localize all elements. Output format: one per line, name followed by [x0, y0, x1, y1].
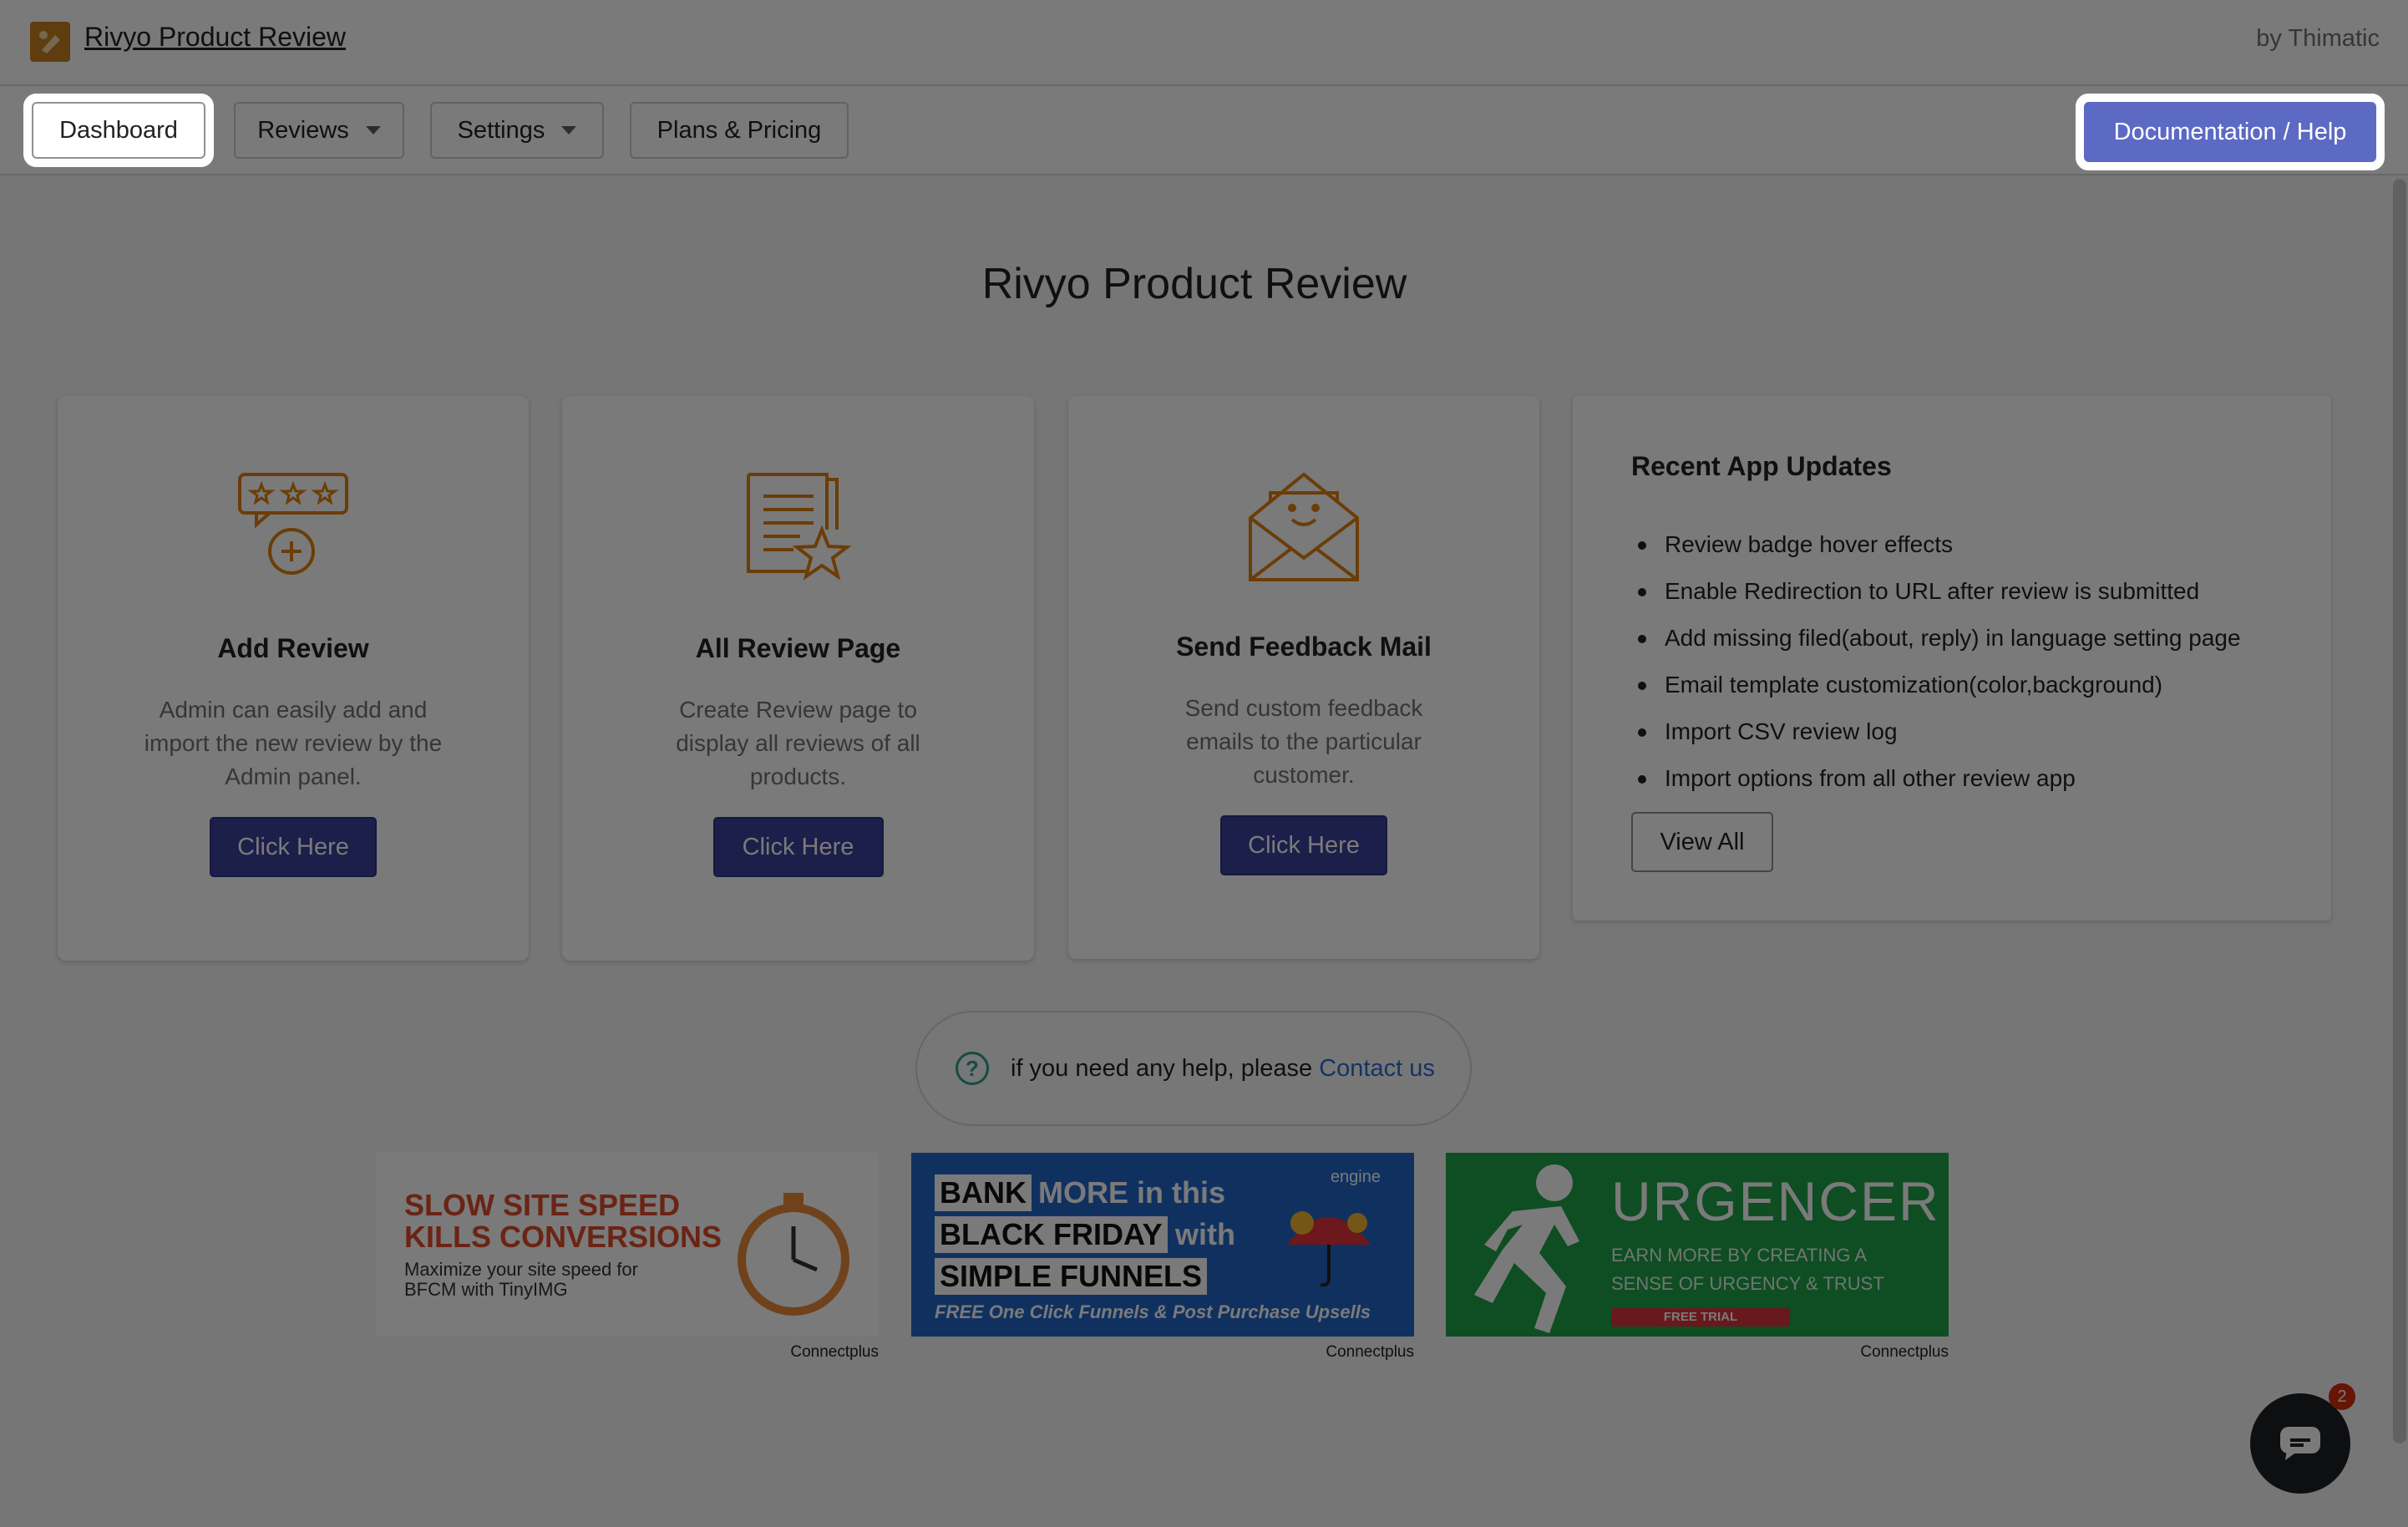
help-contact-bar: ? if you need any help, please Contact u… — [915, 1011, 1472, 1126]
card-title: All Review Page — [695, 633, 901, 663]
nav-settings-dropdown[interactable]: Settings — [430, 102, 604, 159]
card-title: Send Feedback Mail — [1176, 632, 1432, 662]
banner-text: BLACK FRIDAY — [935, 1216, 1168, 1253]
update-item: Import CSV review log — [1631, 708, 2241, 755]
send-feedback-mail-card: Send Feedback Mail Send custom feedback … — [1068, 396, 1539, 959]
caret-down-icon — [365, 126, 381, 134]
view-all-button[interactable]: View All — [1631, 812, 1773, 872]
all-review-page-button[interactable]: Click Here — [712, 817, 884, 877]
urgencer-ad-banner[interactable]: URGENCER EARN MORE BY CREATING A SENSE O… — [1446, 1153, 1949, 1337]
banner-subtext: SENSE OF URGENCY & TRUST — [1611, 1273, 1884, 1294]
updates-list: Review badge hover effects Enable Redire… — [1631, 521, 2241, 802]
card-description: Send custom feedback emails to the parti… — [1184, 695, 1423, 788]
recent-app-updates-card: Recent App Updates Review badge hover ef… — [1573, 396, 2331, 921]
running-person-icon — [1474, 1164, 1579, 1333]
banner-caption: Connectplus — [1326, 1343, 1414, 1361]
caret-down-icon — [561, 126, 577, 134]
notification-badge: 2 — [2329, 1383, 2355, 1410]
tinyimg-ad-banner[interactable]: SLOW SITE SPEED KILLS CONVERSIONS Maximi… — [376, 1153, 879, 1337]
vertical-scrollbar[interactable] — [2393, 179, 2406, 1443]
page-title: Rivyo Product Review — [981, 260, 1407, 308]
document-star-icon — [746, 473, 852, 581]
documentation-help-button[interactable]: Documentation / Help — [2084, 102, 2376, 162]
nav-plans-pricing-button[interactable]: Plans & Pricing — [630, 102, 849, 159]
all-review-page-card: All Review Page Create Review page to di… — [562, 396, 1034, 961]
update-item: Import options from all other review app — [1631, 755, 2241, 802]
nav-plans-label: Plans & Pricing — [656, 116, 822, 144]
update-item: Add missing filed(about, reply) in langu… — [1631, 615, 2241, 662]
banner-text: MORE in this — [1038, 1175, 1225, 1210]
banner-text: SIMPLE FUNNELS — [935, 1258, 1208, 1295]
rivyo-logo-icon — [30, 22, 70, 62]
add-review-card: Add Review Admin can easily add and impo… — [58, 396, 529, 961]
app-header: Rivyo Product Review by Thimatic — [0, 0, 2408, 86]
nav-reviews-label: Reviews — [257, 116, 349, 144]
main-nav: Reviews Settings Plans & Pricing — [0, 86, 2408, 175]
banner-text: BANK — [935, 1174, 1032, 1211]
banner-subtext: Maximize your site speed for — [404, 1259, 638, 1280]
card-description: Admin can easily add and import the new … — [144, 697, 443, 789]
update-item: Enable Redirection to URL after review i… — [1631, 568, 2241, 615]
umbrella-coins-icon — [1287, 1211, 1371, 1287]
banner-subtext: FREE One Click Funnels & Post Purchase U… — [935, 1301, 1371, 1322]
documentation-help-label: Documentation / Help — [2113, 118, 2347, 145]
nav-dashboard-button[interactable]: Dashboard — [32, 102, 205, 159]
add-review-button[interactable]: Click Here — [210, 817, 377, 877]
contact-us-link[interactable]: Contact us — [1319, 1055, 1435, 1082]
banner-brand: engine — [1330, 1168, 1381, 1186]
review-stars-plus-icon — [238, 473, 348, 575]
simple-funnels-ad-banner[interactable]: BANK MORE in this BLACK FRIDAY with SIMP… — [911, 1153, 1414, 1337]
banner-text: with — [1175, 1217, 1235, 1251]
question-circle-icon: ? — [956, 1052, 989, 1085]
help-text: if you need any help, please — [1011, 1054, 1313, 1082]
update-item: Email template customization(color,backg… — [1631, 662, 2241, 708]
smile-envelope-icon — [1249, 472, 1359, 581]
banner-headline: SLOW SITE SPEED — [404, 1188, 681, 1222]
updates-title: Recent App Updates — [1631, 451, 1892, 481]
nav-dashboard-label: Dashboard — [59, 116, 178, 144]
app-title-link[interactable]: Rivyo Product Review — [84, 22, 346, 53]
banner-subtext: EARN MORE BY CREATING A — [1611, 1245, 1868, 1266]
free-trial-badge: FREE TRIAL — [1611, 1308, 1790, 1327]
card-title: Add Review — [217, 633, 369, 663]
banner-caption: Connectplus — [790, 1343, 879, 1361]
send-feedback-mail-button[interactable]: Click Here — [1220, 815, 1387, 875]
update-item: Review badge hover effects — [1631, 521, 2241, 568]
banner-headline: KILLS CONVERSIONS — [404, 1220, 722, 1254]
stopwatch-icon — [738, 1193, 849, 1316]
nav-reviews-dropdown[interactable]: Reviews — [234, 102, 404, 159]
banner-headline: URGENCER — [1611, 1170, 1940, 1232]
developer-label: by Thimatic — [2256, 25, 2380, 52]
banner-caption: Connectplus — [1860, 1343, 1949, 1361]
banner-subtext: BFCM with TinyIMG — [404, 1279, 568, 1300]
card-description: Create Review page to display all review… — [676, 697, 920, 789]
nav-settings-label: Settings — [457, 116, 545, 144]
chat-bubble-icon — [2280, 1427, 2320, 1460]
